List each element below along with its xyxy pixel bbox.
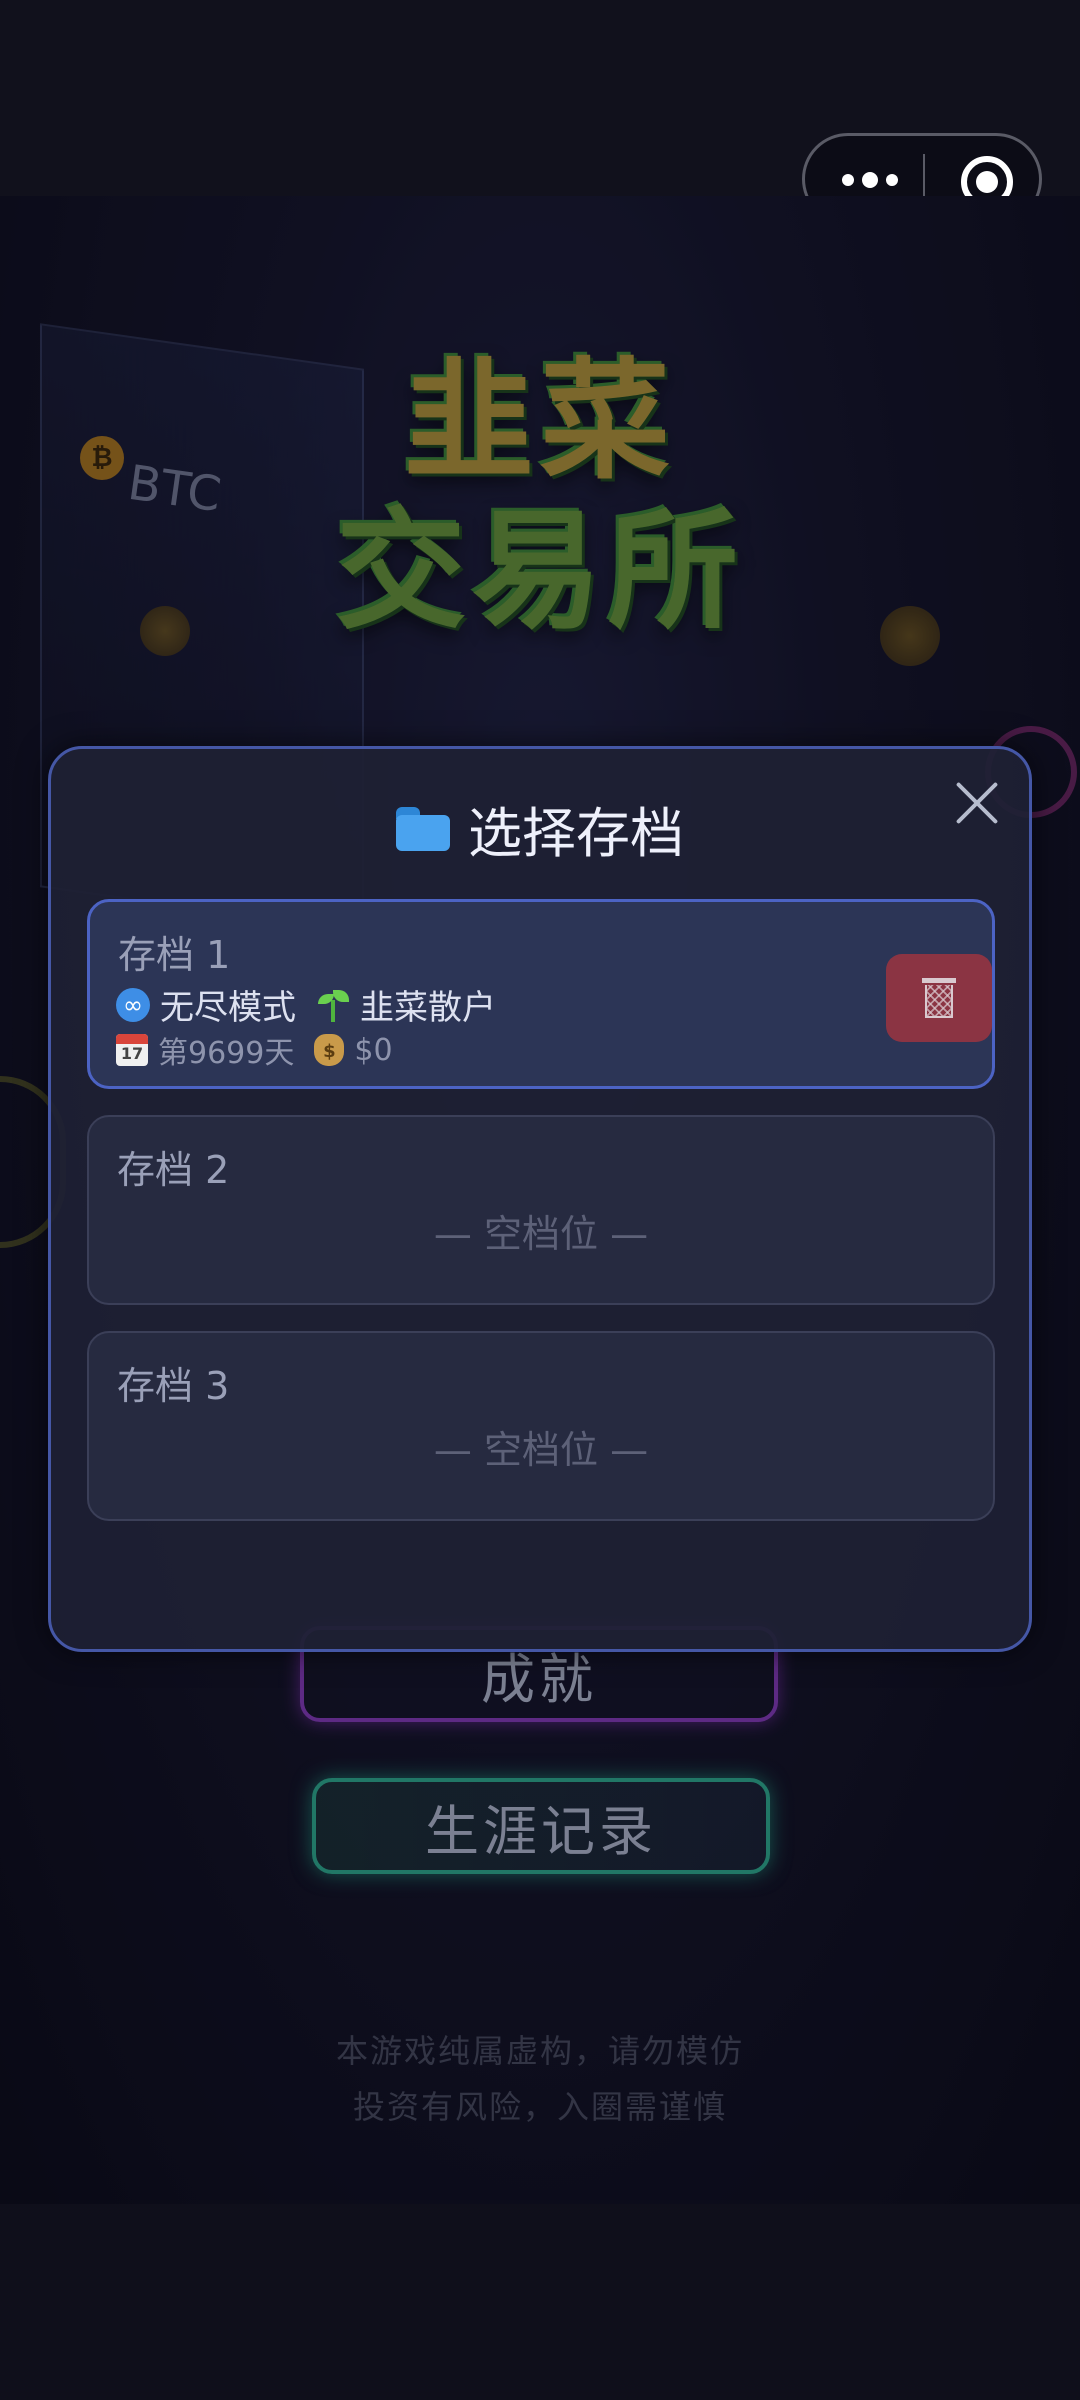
delete-save-button[interactable] [886,954,992,1042]
infinity-icon: ∞ [116,987,150,1022]
trash-icon [922,978,956,1018]
close-icon[interactable] [953,779,1001,827]
empty-slot-text: — 空档位 — [433,1428,649,1472]
slot-label: 存档 1 [118,933,231,977]
folder-icon [396,806,450,851]
sprout-icon [316,988,350,1022]
dialog-header: 选择存档 [51,789,1029,868]
slot-money: $0 [354,1032,393,1068]
save-slot-2[interactable]: 存档 2 — 空档位 — [87,1115,995,1305]
slot-day: 第9699天 [158,1036,295,1071]
bottom-area [0,2204,1080,2400]
more-options-icon[interactable] [835,162,905,198]
slot-info-mode-rank: ∞ 无尽模式 韭菜散户 [116,980,496,1029]
money-bag-icon: $ [314,1034,345,1066]
slot-label: 存档 3 [117,1364,230,1408]
calendar-icon: 17 [116,1034,148,1066]
save-slot-1[interactable]: 存档 1 ∞ 无尽模式 韭菜散户 17 第9699天 $ $0 [87,899,995,1089]
save-slot-3[interactable]: 存档 3 — 空档位 — [87,1331,995,1521]
slot-mode: 无尽模式 [160,988,296,1028]
slot-label: 存档 2 [117,1148,230,1192]
empty-slot-text: — 空档位 — [433,1212,649,1256]
slot-rank: 韭菜散户 [360,988,496,1028]
slot-info-day-money: 17 第9699天 $ $0 [116,1028,393,1072]
dialog-title: 选择存档 [468,802,684,865]
save-select-dialog: 选择存档 存档 1 ∞ 无尽模式 韭菜散户 17 第9699天 $ $0 存档 … [48,746,1032,1652]
